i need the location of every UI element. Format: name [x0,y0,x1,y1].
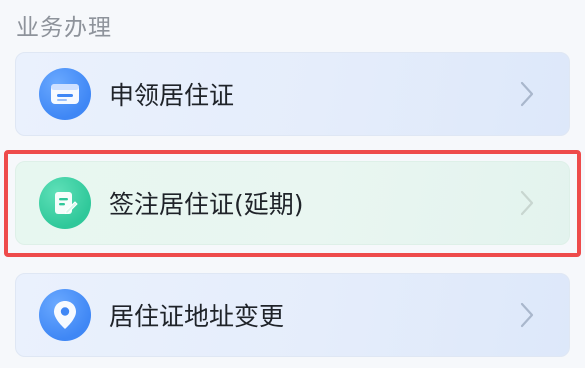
location-pin-icon [39,289,91,341]
service-item-change-address[interactable]: 居住证地址变更 [15,273,570,357]
service-item-label: 居住证地址变更 [109,302,285,331]
selection-highlight [4,150,581,257]
service-item-label: 申领居住证 [109,81,235,110]
id-card-icon [39,68,91,120]
section-title: 业务办理 [16,15,112,41]
service-item-apply-residence-permit[interactable]: 申领居住证 [15,52,570,136]
chevron-right-icon [513,80,541,108]
chevron-right-icon [513,301,541,329]
